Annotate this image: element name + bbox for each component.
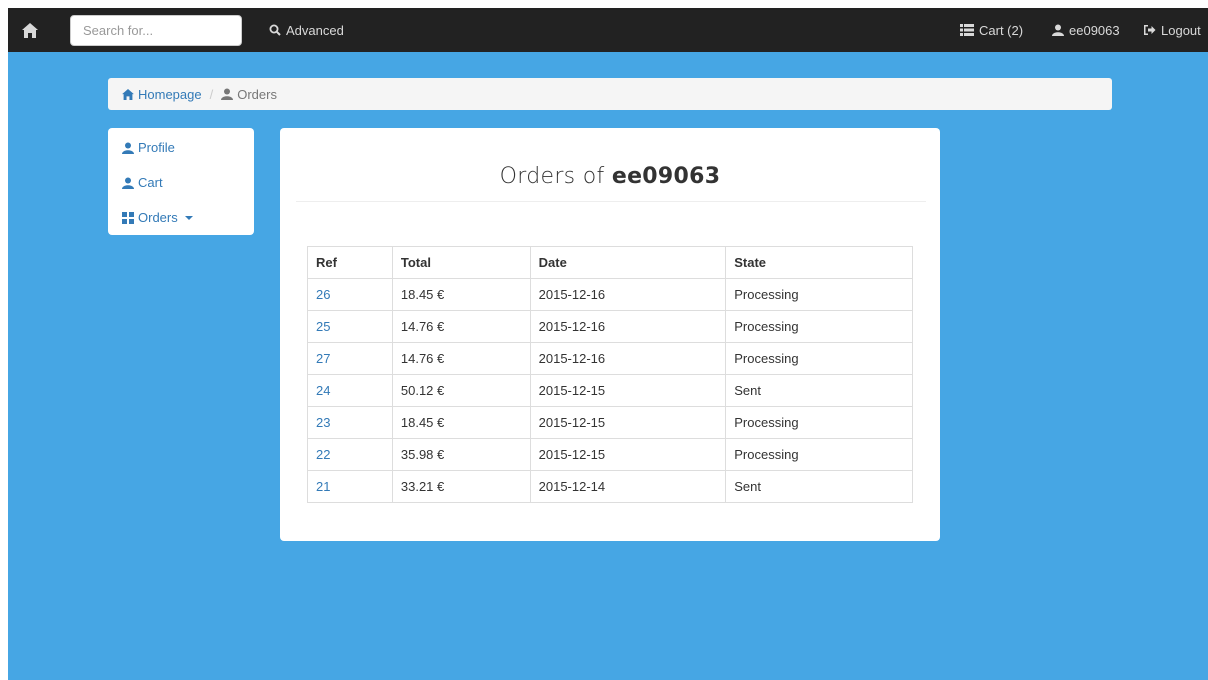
order-ref-link[interactable]: 24 (316, 383, 330, 398)
table-header-row: Ref Total Date State (307, 246, 913, 279)
nav-user-label: ee09063 (1069, 22, 1120, 38)
order-state: Processing (725, 406, 913, 439)
table-row: 23 18.45 € 2015-12-15 Processing (307, 406, 913, 439)
order-ref-link[interactable]: 22 (316, 447, 330, 462)
nav-cart-label: Cart (2) (979, 22, 1024, 38)
nav-user-link[interactable]: ee09063 (1052, 8, 1120, 52)
column-header-state: State (725, 246, 913, 279)
search-input[interactable] (70, 15, 242, 46)
orders-panel: Orders of ee09063 Ref Total Date State 2… (280, 128, 940, 541)
app-frame: Advanced Cart (2) ee09063 Logout (8, 8, 1208, 680)
logout-link[interactable]: Logout (1143, 8, 1201, 52)
breadcrumb-separator: / (209, 86, 214, 102)
order-total: 35.98 € (391, 438, 531, 471)
order-total: 14.76 € (391, 342, 531, 375)
title-username: ee09063 (611, 164, 721, 189)
order-date: 2015-12-14 (529, 470, 727, 503)
order-state: Processing (725, 278, 913, 311)
order-date: 2015-12-16 (529, 278, 727, 311)
logout-label: Logout (1161, 22, 1201, 38)
user-icon (122, 177, 134, 189)
advanced-search-link[interactable]: Advanced (269, 8, 344, 52)
page-title: Orders of ee09063 (280, 164, 940, 189)
breadcrumb-home-label: Homepage (138, 86, 202, 102)
breadcrumb-home[interactable]: Homepage (122, 87, 202, 102)
order-date: 2015-12-16 (529, 310, 727, 343)
order-state: Sent (725, 470, 913, 503)
title-divider (296, 201, 926, 202)
order-total: 33.21 € (391, 470, 531, 503)
order-date: 2015-12-15 (529, 374, 727, 407)
home-button[interactable] (18, 18, 42, 42)
chevron-down-icon (184, 215, 193, 220)
breadcrumb-current: Orders (221, 87, 277, 102)
order-ref-link[interactable]: 27 (316, 351, 330, 366)
search-icon (269, 24, 281, 36)
order-ref-link[interactable]: 25 (316, 319, 330, 334)
order-ref-link[interactable]: 21 (316, 479, 330, 494)
title-prefix: Orders of (499, 164, 605, 189)
order-state: Processing (725, 342, 913, 375)
nav-cart-link[interactable]: Cart (2) (960, 8, 1023, 52)
grid-icon (122, 211, 134, 224)
order-state: Sent (725, 374, 913, 407)
column-header-total: Total (391, 246, 531, 279)
table-row: 24 50.12 € 2015-12-15 Sent (307, 374, 913, 407)
table-row: 25 14.76 € 2015-12-16 Processing (307, 310, 913, 343)
order-state: Processing (725, 438, 913, 471)
order-total: 14.76 € (391, 310, 531, 343)
order-ref-link[interactable]: 23 (316, 415, 330, 430)
order-total: 18.45 € (391, 278, 531, 311)
column-header-ref: Ref (307, 246, 393, 279)
sidebar-item-label: Cart (138, 175, 163, 190)
order-total: 50.12 € (391, 374, 531, 407)
order-date: 2015-12-16 (529, 342, 727, 375)
order-ref-link[interactable]: 26 (316, 287, 330, 302)
home-icon (122, 88, 134, 100)
sidebar-item-cart[interactable]: Cart (122, 175, 163, 190)
sidebar-item-orders[interactable]: Orders (122, 210, 193, 225)
table-row: 27 14.76 € 2015-12-16 Processing (307, 342, 913, 375)
orders-table: Ref Total Date State 26 18.45 € 2015-12-… (307, 246, 913, 503)
table-row: 26 18.45 € 2015-12-16 Processing (307, 278, 913, 311)
order-state: Processing (725, 310, 913, 343)
user-icon (1052, 24, 1064, 36)
logout-icon (1144, 25, 1156, 35)
user-icon (221, 88, 234, 100)
user-icon (122, 142, 134, 154)
advanced-label: Advanced (286, 22, 344, 38)
table-row: 21 33.21 € 2015-12-14 Sent (307, 470, 913, 503)
order-total: 18.45 € (391, 406, 531, 439)
breadcrumb: Homepage / Orders (108, 78, 1112, 110)
table-row: 22 35.98 € 2015-12-15 Processing (307, 438, 913, 471)
top-navbar: Advanced Cart (2) ee09063 Logout (8, 8, 1208, 52)
order-date: 2015-12-15 (529, 438, 727, 471)
home-icon (22, 22, 38, 38)
list-icon (960, 24, 974, 36)
order-date: 2015-12-15 (529, 406, 727, 439)
sidebar-item-label: Orders (138, 210, 178, 225)
sidebar: Profile Cart Orders (108, 128, 254, 235)
sidebar-item-profile[interactable]: Profile (122, 140, 175, 155)
breadcrumb-current-label: Orders (237, 86, 277, 102)
sidebar-item-label: Profile (138, 140, 175, 155)
column-header-date: Date (529, 246, 727, 279)
